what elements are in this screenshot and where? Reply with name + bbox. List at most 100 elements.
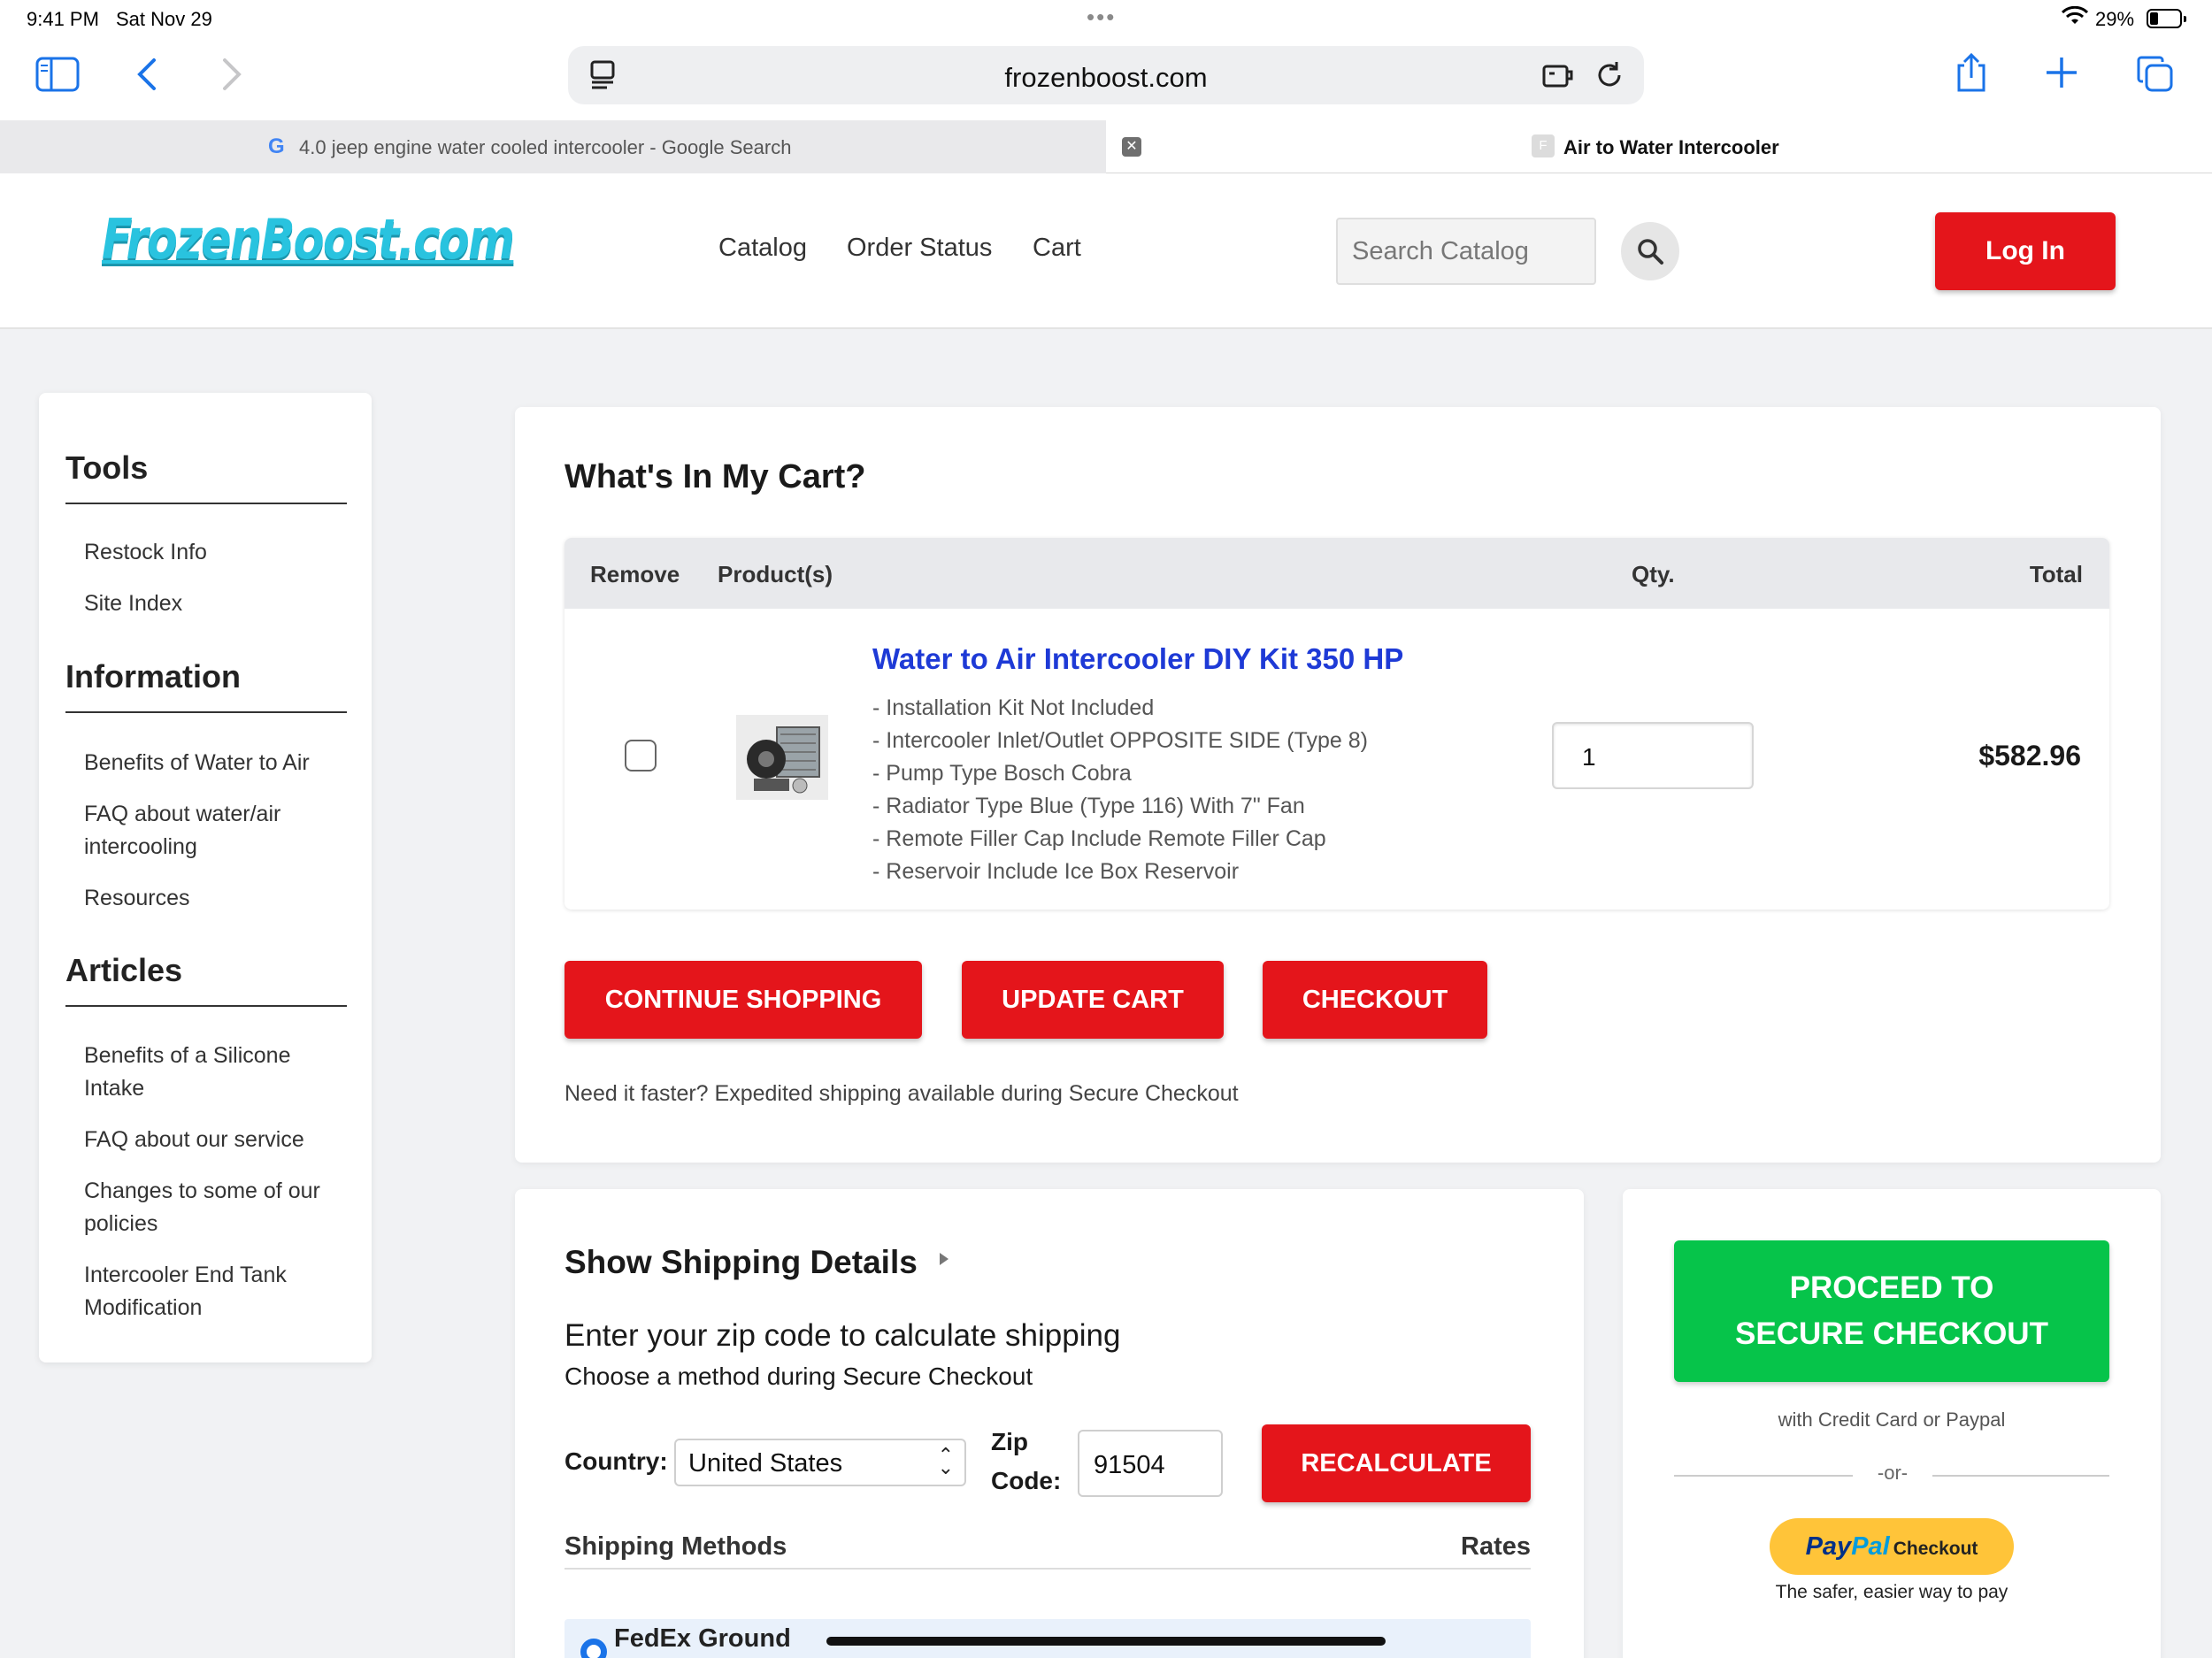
shipping-methods-label: Shipping Methods <box>565 1532 787 1561</box>
checkout-button[interactable]: CHECKOUT <box>1263 961 1487 1039</box>
new-tab-icon[interactable] <box>2044 55 2079 95</box>
shipping-method-label: FedEx Ground <box>614 1624 791 1653</box>
url-text: frozenboost.com <box>1004 62 1208 93</box>
show-shipping-details-toggle[interactable]: Show Shipping Details <box>565 1244 918 1281</box>
nav-catalog[interactable]: Catalog <box>718 234 807 263</box>
search-input[interactable]: Search Catalog <box>1336 218 1596 285</box>
continue-shopping-button[interactable]: CONTINUE SHOPPING <box>565 961 922 1039</box>
browser-toolbar: frozenboost.com <box>0 39 2212 120</box>
nav-order-status[interactable]: Order Status <box>847 234 992 263</box>
select-arrows-icon: ⌃ ⌄ <box>937 1444 954 1478</box>
search-button[interactable] <box>1621 222 1679 280</box>
product-option: - Installation Kit Not Included <box>872 695 1155 720</box>
extension-icon[interactable] <box>1541 61 1575 94</box>
paypal-checkout-label: Checkout <box>1893 1539 1978 1559</box>
zip-prompt: Enter your zip code to calculate shippin… <box>565 1318 1121 1353</box>
site-logo[interactable]: FrozenBoost.com <box>102 207 515 272</box>
sidebar-heading-articles: Articles <box>65 952 183 988</box>
update-cart-button[interactable]: UPDATE CART <box>962 961 1224 1039</box>
sidebar-link-policy-changes[interactable]: Changes to some of our policies <box>84 1175 332 1240</box>
divider <box>65 1005 347 1007</box>
tab-google-search[interactable]: G 4.0 jeep engine water cooled intercool… <box>0 120 1106 173</box>
quantity-input[interactable]: 1 <box>1552 722 1754 789</box>
product-option: - Remote Filler Cap Include Remote Fille… <box>872 826 1326 851</box>
column-products: Product(s) <box>718 561 833 587</box>
login-button[interactable]: Log In <box>1935 212 2116 290</box>
zip-code-input[interactable]: 91504 <box>1078 1430 1223 1497</box>
product-option: - Intercooler Inlet/Outlet OPPOSITE SIDE… <box>872 728 1368 753</box>
battery-icon <box>2147 9 2186 28</box>
zip-label: Zip <box>991 1428 1028 1455</box>
sidebar-link-restock-info[interactable]: Restock Info <box>84 536 332 569</box>
reload-icon[interactable] <box>1594 60 1624 95</box>
remove-item-checkbox[interactable] <box>625 740 657 771</box>
share-icon[interactable] <box>1954 51 1989 98</box>
credit-card-note: with Credit Card or Paypal <box>1778 1409 2006 1431</box>
tab-title: Air to Water Intercooler <box>1563 136 1779 158</box>
country-select[interactable]: United States ⌃ ⌄ <box>674 1439 966 1486</box>
proceed-line-2: SECURE CHECKOUT <box>1735 1316 2048 1351</box>
cart-title: What's In My Cart? <box>565 458 866 495</box>
sidebar-link-site-index[interactable]: Site Index <box>84 587 332 620</box>
caret-right-icon[interactable] <box>940 1253 949 1265</box>
shipping-methods-header: Shipping Methods Rates <box>565 1532 1531 1570</box>
shipping-method-radio[interactable] <box>580 1639 607 1658</box>
sidebar: Tools Restock Info Site Index Informatio… <box>39 393 372 1362</box>
site-header: FrozenBoost.com Catalog Order Status Car… <box>0 173 2212 329</box>
country-label: Country: <box>565 1447 668 1475</box>
proceed-line-1: PROCEED TO <box>1789 1270 1994 1305</box>
nav-cart[interactable]: Cart <box>1033 234 1081 263</box>
or-separator: -or- <box>1853 1462 1932 1485</box>
battery-percent: 29% <box>2095 8 2135 30</box>
google-favicon-icon: G <box>268 134 285 158</box>
sidebar-link-benefits-water-to-air[interactable]: Benefits of Water to Air <box>84 747 332 779</box>
paypal-tagline: The safer, easier way to pay <box>1775 1582 2008 1602</box>
sidebar-heading-information: Information <box>65 658 241 695</box>
sidebar-toggle-icon[interactable] <box>35 57 80 96</box>
line-total: $582.96 <box>1978 740 2081 771</box>
divider <box>65 503 347 504</box>
country-select-value: United States <box>688 1449 843 1478</box>
multitasking-dots-icon[interactable]: ••• <box>1087 4 1116 31</box>
wifi-icon <box>2061 5 2089 33</box>
method-prompt: Choose a method during Secure Checkout <box>565 1362 1033 1390</box>
product-link[interactable]: Water to Air Intercooler DIY Kit 350 HP <box>872 642 1403 676</box>
back-icon[interactable] <box>136 57 157 96</box>
close-tab-icon[interactable]: ✕ <box>1122 137 1141 157</box>
sidebar-link-end-tank-mod[interactable]: Intercooler End Tank Modification <box>84 1259 332 1324</box>
address-bar[interactable]: frozenboost.com <box>568 46 1644 104</box>
tab-strip: G 4.0 jeep engine water cooled intercool… <box>0 120 2212 173</box>
shipping-method-row[interactable]: FedEx Ground <box>565 1619 1531 1658</box>
product-option: - Pump Type Bosch Cobra <box>872 761 1132 786</box>
tab-title: 4.0 jeep engine water cooled intercooler… <box>299 136 792 158</box>
sidebar-link-silicone-intake[interactable]: Benefits of a Silicone Intake <box>84 1040 332 1105</box>
product-option: - Reservoir Include Ice Box Reservoir <box>872 859 1240 884</box>
status-time: 9:41 PM <box>27 8 99 30</box>
status-date: Sat Nov 29 <box>116 8 212 30</box>
paypal-checkout-button[interactable]: PayPal Checkout <box>1770 1518 2014 1575</box>
cart-table-header: Remove Product(s) Qty. Total <box>565 538 2109 609</box>
divider <box>65 711 347 713</box>
cart-table: Remove Product(s) Qty. Total Water to Ai… <box>565 538 2109 910</box>
sidebar-link-resources[interactable]: Resources <box>84 882 332 915</box>
expedited-shipping-note: Need it faster? Expedited shipping avail… <box>565 1081 1239 1106</box>
sidebar-heading-tools: Tools <box>65 449 149 486</box>
paypal-logo-pay: Pay <box>1805 1532 1852 1561</box>
paypal-logo-pal: Pal <box>1851 1532 1890 1561</box>
tab-overview-icon[interactable] <box>2136 55 2175 98</box>
cart-item-row: Water to Air Intercooler DIY Kit 350 HP … <box>565 609 2109 910</box>
proceed-to-secure-checkout-button[interactable]: PROCEED TO SECURE CHECKOUT <box>1674 1240 2109 1382</box>
column-remove: Remove <box>590 561 680 587</box>
sidebar-link-faq-water-air[interactable]: FAQ about water/air intercooling <box>84 798 332 864</box>
checkout-panel: PROCEED TO SECURE CHECKOUT with Credit C… <box>1623 1189 2161 1658</box>
column-total: Total <box>2029 561 2083 587</box>
recalculate-button[interactable]: RECALCULATE <box>1262 1424 1531 1502</box>
loading-bar <box>826 1637 1386 1646</box>
cart-panel: What's In My Cart? Remove Product(s) Qty… <box>515 407 2161 1163</box>
product-thumbnail[interactable] <box>736 715 828 800</box>
product-option: - Radiator Type Blue (Type 116) With 7" … <box>872 794 1305 818</box>
sidebar-link-faq-service[interactable]: FAQ about our service <box>84 1124 332 1156</box>
status-bar: 9:41 PM Sat Nov 29 ••• 29% <box>0 0 2212 39</box>
forward-icon[interactable] <box>221 57 242 96</box>
zip-label: Code: <box>991 1467 1062 1494</box>
